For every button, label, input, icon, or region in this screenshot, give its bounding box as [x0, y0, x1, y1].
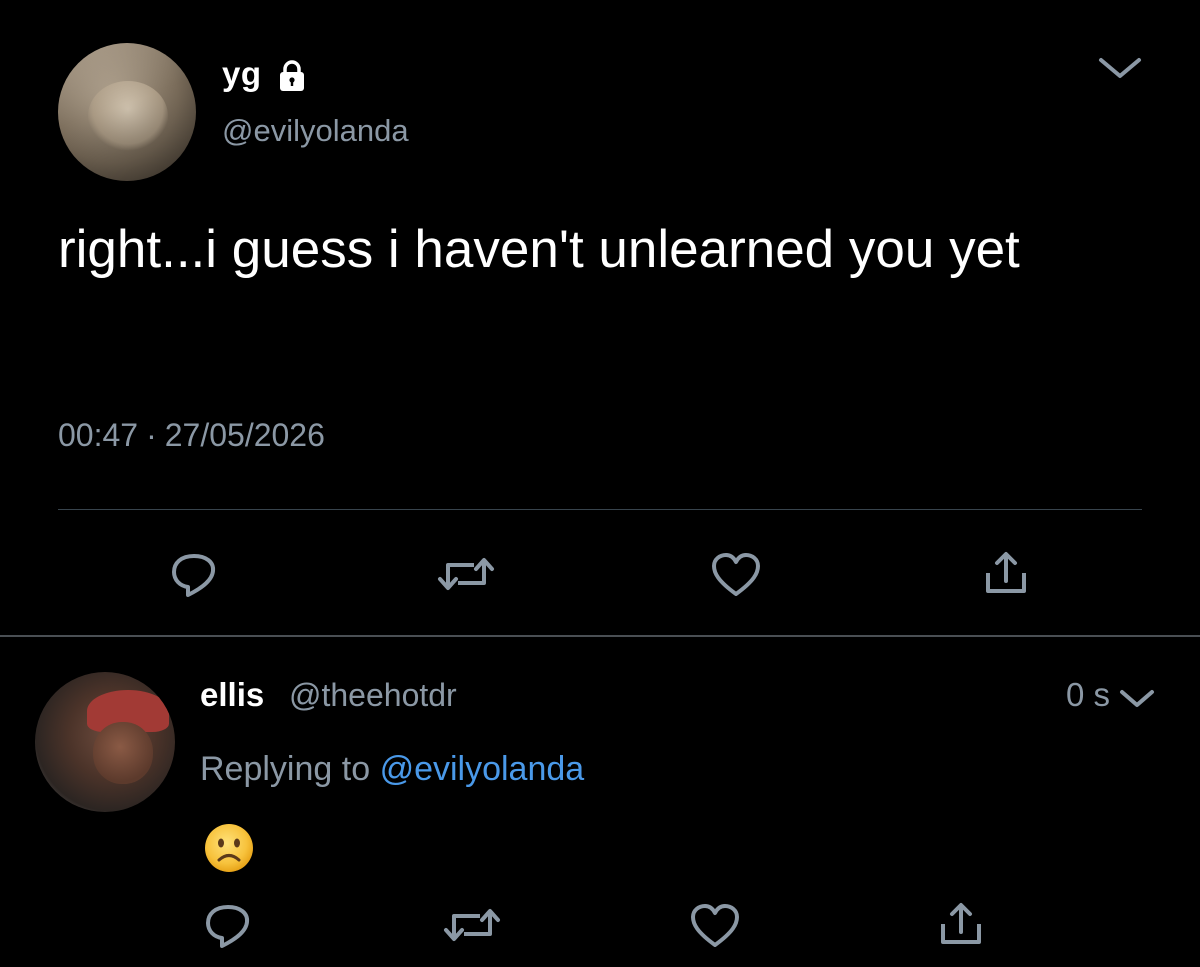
main-tweet: yg @evilyolanda right...i guess i haven'… — [0, 0, 1200, 636]
tweet-date: 27/05/2026 — [164, 417, 325, 453]
retweet-icon[interactable] — [442, 902, 502, 948]
tweet-timestamp: 00:47 · 27/05/2026 — [58, 417, 325, 454]
frowning-face-emoji — [203, 822, 255, 874]
replying-to-line: Replying to @evilyolanda — [200, 750, 584, 789]
like-icon[interactable] — [708, 549, 764, 601]
tweet-text: right...i guess i haven't unlearned you … — [58, 220, 1020, 279]
tweet-divider — [0, 635, 1200, 637]
chevron-down-icon[interactable] — [1117, 684, 1157, 712]
share-icon[interactable] — [980, 547, 1032, 599]
lock-icon — [274, 58, 310, 94]
like-icon[interactable] — [687, 900, 743, 952]
reply-icon[interactable] — [166, 549, 222, 601]
author-display-name[interactable]: yg — [222, 55, 262, 93]
reply-author-avatar[interactable] — [35, 672, 175, 812]
reply-author-display-name[interactable]: ellis — [200, 676, 264, 714]
author-avatar[interactable] — [58, 43, 196, 181]
tweet-detail-page: yg @evilyolanda right...i guess i haven'… — [0, 0, 1200, 967]
chevron-down-icon[interactable] — [1095, 50, 1145, 84]
meta-separator: · — [146, 417, 157, 453]
tweet-time: 00:47 — [58, 417, 139, 453]
replying-to-label: Replying to — [200, 750, 371, 788]
reply-age: 0 s — [1065, 676, 1110, 713]
share-icon[interactable] — [935, 898, 987, 950]
divider — [58, 509, 1142, 510]
author-handle[interactable]: @evilyolanda — [222, 113, 409, 149]
retweet-icon[interactable] — [436, 551, 496, 597]
replying-to-mention-link[interactable]: @evilyolanda — [380, 750, 585, 788]
reply-author-handle[interactable]: @theehotdr — [289, 677, 457, 714]
reply-icon[interactable] — [200, 900, 256, 952]
